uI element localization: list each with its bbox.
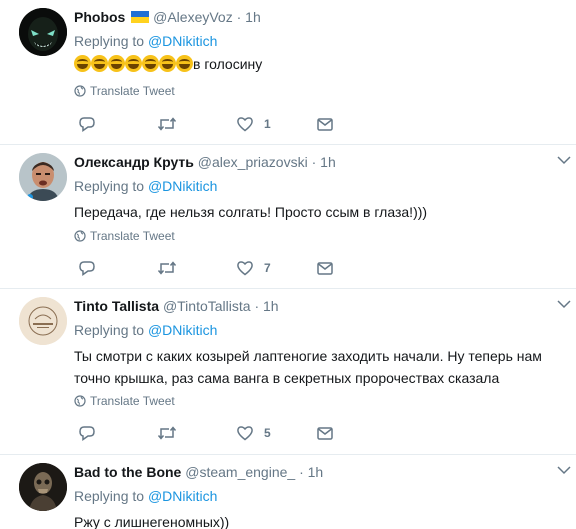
timestamp[interactable]: 1h bbox=[263, 298, 279, 314]
translate-label: Translate Tweet bbox=[90, 394, 175, 408]
face-with-tears-of-joy-icon bbox=[74, 55, 193, 72]
reply-button[interactable] bbox=[78, 423, 106, 443]
separator-dot: · bbox=[299, 464, 304, 480]
separator-dot: · bbox=[254, 298, 260, 314]
separator-dot: · bbox=[311, 154, 317, 170]
envelope-icon bbox=[317, 427, 333, 440]
tweet-header: Bad to the Bone @steam_engine_ · 1h bbox=[74, 463, 323, 481]
user-handle[interactable]: @steam_engine_ bbox=[185, 464, 295, 480]
replying-to-label: Replying to bbox=[74, 33, 148, 49]
chevron-down-icon[interactable] bbox=[556, 297, 572, 311]
tweet-text: Ты смотри с каких козырей лаптеногие зах… bbox=[74, 348, 542, 386]
globe-icon bbox=[74, 85, 86, 97]
replying-to: Replying to @DNikitich bbox=[74, 177, 217, 195]
user-handle[interactable]: @AlexeyVoz bbox=[153, 9, 233, 25]
tweet-actions: 1 bbox=[74, 114, 344, 134]
user-handle[interactable]: @TintoTallista bbox=[163, 298, 251, 314]
tweet-header: Олександр Круть @alex_priazovski · 1h bbox=[74, 153, 336, 171]
envelope-icon bbox=[317, 118, 333, 131]
tweet-oleksandr[interactable]: Олександр Круть @alex_priazovski · 1h Re… bbox=[0, 145, 576, 289]
like-button[interactable]: 7 bbox=[236, 258, 271, 278]
reply-icon bbox=[79, 261, 95, 276]
mention-link[interactable]: @DNikitich bbox=[148, 33, 217, 49]
chevron-down-icon[interactable] bbox=[556, 153, 572, 167]
display-name[interactable]: Bad to the Bone bbox=[74, 464, 181, 480]
replying-to: Replying to @DNikitich bbox=[74, 321, 217, 339]
retweet-button[interactable] bbox=[157, 423, 187, 443]
translate-label: Translate Tweet bbox=[90, 229, 175, 243]
retweet-icon bbox=[157, 426, 177, 440]
translate-label: Translate Tweet bbox=[90, 84, 175, 98]
tweet-header: Tinto Tallista @TintoTallista · 1h bbox=[74, 297, 279, 315]
translate-tweet-link[interactable]: Translate Tweet bbox=[74, 84, 175, 98]
retweet-icon bbox=[157, 261, 177, 275]
user-handle[interactable]: @alex_priazovski bbox=[198, 154, 308, 170]
like-count: 5 bbox=[264, 426, 271, 440]
avatar[interactable] bbox=[19, 8, 67, 56]
envelope-icon bbox=[317, 262, 333, 275]
tweet-tinto-tallista[interactable]: Tinto Tallista @TintoTallista · 1h Reply… bbox=[0, 289, 576, 455]
translate-tweet-link[interactable]: Translate Tweet bbox=[74, 229, 175, 243]
tweet-text: Передача, где нельзя солгать! Просто ссы… bbox=[74, 204, 428, 220]
globe-icon bbox=[74, 395, 86, 407]
avatar[interactable] bbox=[19, 297, 67, 345]
replying-to-label: Replying to bbox=[74, 178, 148, 194]
like-button[interactable]: 5 bbox=[236, 423, 271, 443]
tweet-text: в голосину bbox=[74, 53, 564, 75]
reply-button[interactable] bbox=[78, 258, 106, 278]
like-count: 1 bbox=[264, 117, 271, 131]
timestamp[interactable]: 1h bbox=[245, 9, 261, 25]
replying-to: Replying to @DNikitich bbox=[74, 487, 217, 505]
timestamp[interactable]: 1h bbox=[308, 464, 324, 480]
reply-icon bbox=[79, 117, 95, 132]
heart-icon bbox=[237, 426, 253, 441]
ukraine-flag-icon bbox=[131, 11, 150, 23]
replying-to-label: Replying to bbox=[74, 322, 148, 338]
reply-icon bbox=[79, 426, 95, 441]
separator-dot: · bbox=[236, 9, 242, 25]
reply-button[interactable] bbox=[78, 114, 106, 134]
like-button[interactable]: 1 bbox=[236, 114, 271, 134]
mention-link[interactable]: @DNikitich bbox=[148, 488, 217, 504]
tweet-actions: 5 bbox=[74, 423, 344, 443]
retweet-icon bbox=[157, 117, 177, 131]
avatar[interactable] bbox=[19, 463, 67, 511]
direct-message-button[interactable] bbox=[316, 114, 334, 134]
tweet-replies-feed: Phobos @AlexeyVoz · 1h Replying to @DNik… bbox=[0, 0, 576, 529]
replying-to: Replying to @DNikitich bbox=[74, 32, 217, 50]
heart-icon bbox=[237, 261, 253, 276]
tweet-header: Phobos @AlexeyVoz · 1h bbox=[74, 8, 261, 26]
tweet-bad-to-the-bone[interactable]: Bad to the Bone @steam_engine_ · 1h Repl… bbox=[0, 455, 576, 529]
display-name[interactable]: Олександр Круть bbox=[74, 154, 194, 170]
direct-message-button[interactable] bbox=[316, 258, 334, 278]
avatar[interactable] bbox=[19, 153, 67, 201]
tweet-phobos[interactable]: Phobos @AlexeyVoz · 1h Replying to @DNik… bbox=[0, 0, 576, 145]
translate-tweet-link[interactable]: Translate Tweet bbox=[74, 394, 175, 408]
like-count: 7 bbox=[264, 261, 271, 275]
retweet-button[interactable] bbox=[157, 258, 187, 278]
tweet-text: Ржу с лишнегеномных)) bbox=[74, 514, 230, 529]
display-name[interactable]: Tinto Tallista bbox=[74, 298, 159, 314]
tweet-actions: 7 bbox=[74, 258, 344, 278]
replying-to-label: Replying to bbox=[74, 488, 148, 504]
tweet-text-body: в голосину bbox=[193, 56, 263, 72]
retweet-button[interactable] bbox=[157, 114, 187, 134]
chevron-down-icon[interactable] bbox=[556, 463, 572, 477]
globe-icon bbox=[74, 230, 86, 242]
display-name[interactable]: Phobos bbox=[74, 9, 125, 25]
timestamp[interactable]: 1h bbox=[320, 154, 336, 170]
heart-icon bbox=[237, 117, 253, 132]
mention-link[interactable]: @DNikitich bbox=[148, 322, 217, 338]
mention-link[interactable]: @DNikitich bbox=[148, 178, 217, 194]
direct-message-button[interactable] bbox=[316, 423, 334, 443]
